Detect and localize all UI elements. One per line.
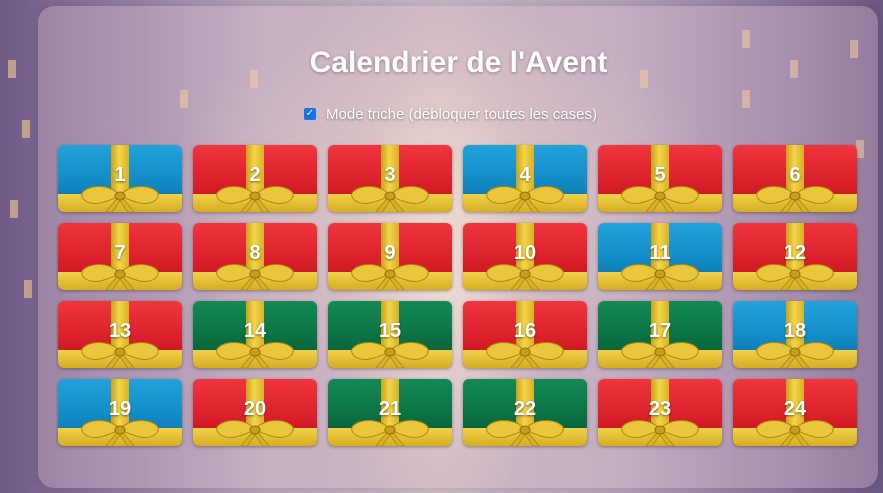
day-number: 14: [243, 320, 267, 342]
advent-day-7[interactable]: 7: [58, 223, 182, 290]
day-number: 24: [783, 398, 807, 420]
advent-day-17[interactable]: 17: [598, 301, 722, 368]
advent-day-22[interactable]: 22: [463, 379, 587, 446]
page-title: Calendrier de l'Avent: [309, 46, 608, 79]
day-number: 2: [249, 164, 261, 186]
advent-day-1[interactable]: 1: [58, 145, 182, 212]
day-number: 8: [249, 242, 261, 264]
day-number: 16: [513, 320, 537, 342]
advent-day-21[interactable]: 21: [328, 379, 452, 446]
day-number: 13: [108, 320, 132, 342]
advent-day-16[interactable]: 16: [463, 301, 587, 368]
day-number: 7: [114, 242, 126, 264]
advent-day-11[interactable]: 11: [598, 223, 722, 290]
advent-day-13[interactable]: 13: [58, 301, 182, 368]
advent-day-5[interactable]: 5: [598, 145, 722, 212]
day-number: 23: [648, 398, 672, 420]
advent-day-20[interactable]: 20: [193, 379, 317, 446]
day-number: 20: [243, 398, 267, 420]
day-number: 1: [114, 164, 126, 186]
day-number: 6: [789, 164, 801, 186]
day-number: 19: [108, 398, 132, 420]
day-number: 21: [378, 398, 402, 420]
day-number: 18: [783, 320, 807, 342]
advent-day-19[interactable]: 19: [58, 379, 182, 446]
advent-day-9[interactable]: 9: [328, 223, 452, 290]
advent-day-3[interactable]: 3: [328, 145, 452, 212]
day-number: 15: [378, 320, 402, 342]
day-number: 3: [384, 164, 396, 186]
advent-day-15[interactable]: 15: [328, 301, 452, 368]
day-number: 22: [513, 398, 537, 420]
cheat-mode-label: Mode triche (débloquer toutes les cases): [326, 105, 597, 123]
advent-day-24[interactable]: 24: [733, 379, 857, 446]
advent-day-18[interactable]: 18: [733, 301, 857, 368]
day-number: 10: [513, 242, 537, 264]
day-number: 12: [783, 242, 807, 264]
day-number: 9: [384, 242, 396, 264]
advent-grid: 1 2 3 4 5 6 7 8 9 10 11 12 13 14 15 16 17 18 19 20 21 22 23 24: [58, 145, 857, 446]
cheat-mode-checkbox[interactable]: ✓: [304, 108, 316, 120]
cheat-mode-toggle[interactable]: ✓ Mode triche (débloquer toutes les case…: [304, 104, 597, 124]
advent-day-8[interactable]: 8: [193, 223, 317, 290]
advent-day-23[interactable]: 23: [598, 379, 722, 446]
advent-day-14[interactable]: 14: [193, 301, 317, 368]
day-number: 5: [654, 164, 666, 186]
day-number: 17: [648, 320, 672, 342]
advent-day-4[interactable]: 4: [463, 145, 587, 212]
day-number: 4: [519, 164, 531, 186]
advent-day-12[interactable]: 12: [733, 223, 857, 290]
advent-day-6[interactable]: 6: [733, 145, 857, 212]
day-number: 11: [649, 242, 671, 264]
advent-day-2[interactable]: 2: [193, 145, 317, 212]
advent-day-10[interactable]: 10: [463, 223, 587, 290]
